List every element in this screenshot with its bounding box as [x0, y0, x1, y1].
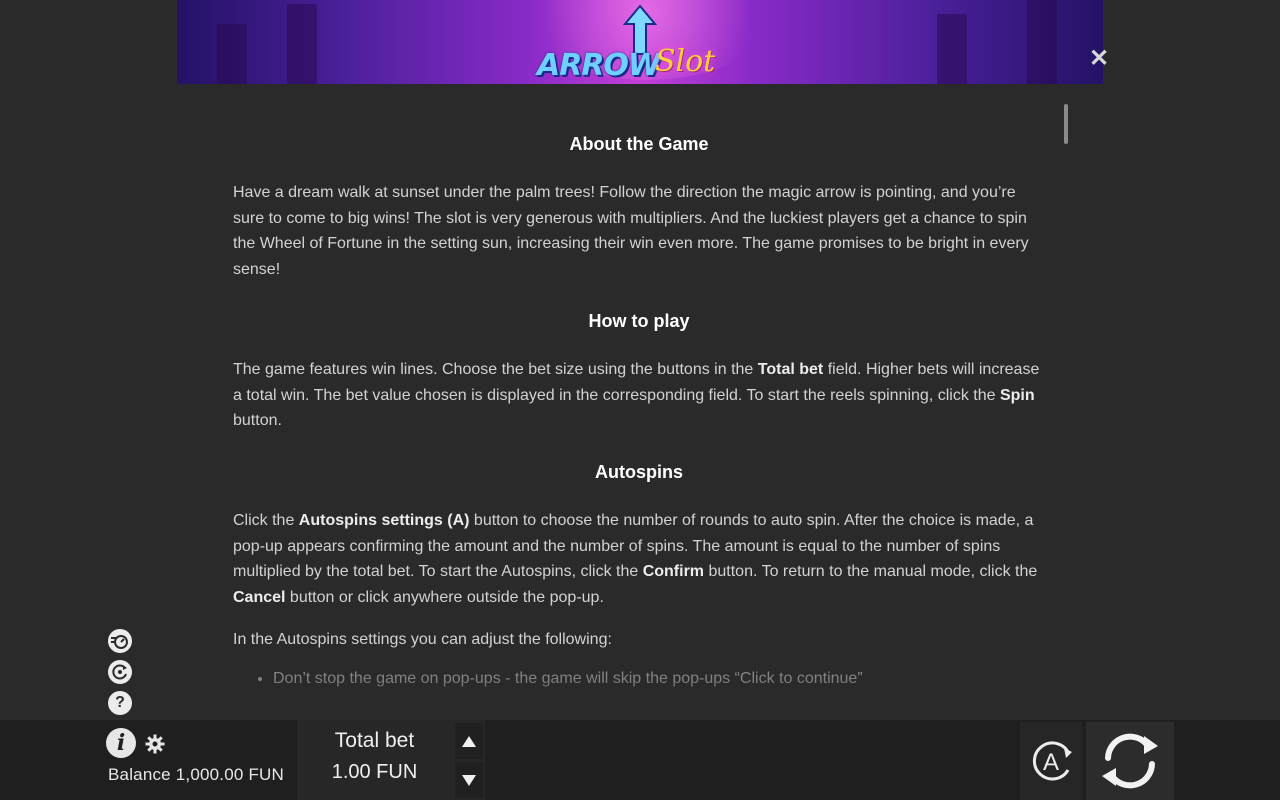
- section-title-how-to-play: How to play: [588, 310, 690, 331]
- balance-display: Balance 1,000.00 FUN: [108, 765, 284, 784]
- autospin-icon: A: [1032, 741, 1072, 781]
- spin-button[interactable]: [1086, 722, 1174, 800]
- side-icon-column: ?: [108, 629, 134, 722]
- about-paragraph: Have a dream walk at sunset under the pa…: [233, 184, 1029, 279]
- help-icon[interactable]: ?: [108, 691, 132, 715]
- bet-increase-button[interactable]: [455, 723, 483, 759]
- autospins-settings-intro: In the Autospins settings you can adjust…: [233, 630, 612, 648]
- palm-silhouette: [217, 24, 247, 84]
- autospins-settings-button[interactable]: A: [1020, 722, 1082, 800]
- autoplay-icon[interactable]: [108, 660, 132, 684]
- spin-icon: [1102, 733, 1158, 789]
- total-bet-value: 1.00 FUN: [331, 761, 418, 783]
- logo-word-arrow: ARROW: [537, 48, 661, 83]
- palm-silhouette: [1027, 0, 1057, 84]
- game-banner: ARROW Slot: [177, 0, 1103, 84]
- gear-icon[interactable]: [144, 733, 166, 755]
- rules-content[interactable]: About the Game Have a dream walk at suns…: [233, 132, 1045, 697]
- section-title-about: About the Game: [569, 134, 709, 154]
- autospins-settings-list: Don’t stop the game on pop-ups - the gam…: [233, 667, 1045, 691]
- list-item: Don’t stop the game on pop-ups - the gam…: [273, 667, 1045, 691]
- logo-word-slot: Slot: [655, 44, 716, 79]
- turbo-icon[interactable]: [108, 629, 132, 653]
- game-logo: ARROW Slot: [537, 4, 737, 84]
- svg-text:A: A: [1043, 749, 1059, 776]
- palm-silhouette: [937, 14, 967, 84]
- total-bet-panel: Total bet 1.00 FUN: [297, 720, 485, 800]
- autospins-paragraph: Click the Autospins settings (A) button …: [233, 511, 1038, 607]
- palm-silhouette: [287, 4, 317, 84]
- bet-decrease-button[interactable]: [455, 762, 483, 798]
- how-to-play-paragraph: The game features win lines. Choose the …: [233, 360, 1040, 430]
- section-title-autospins: Autospins: [595, 461, 683, 482]
- info-icon[interactable]: i: [106, 728, 136, 758]
- total-bet-label: Total bet: [334, 729, 415, 752]
- scrollbar-thumb[interactable]: [1064, 104, 1068, 144]
- close-icon[interactable]: ✕: [1088, 47, 1110, 71]
